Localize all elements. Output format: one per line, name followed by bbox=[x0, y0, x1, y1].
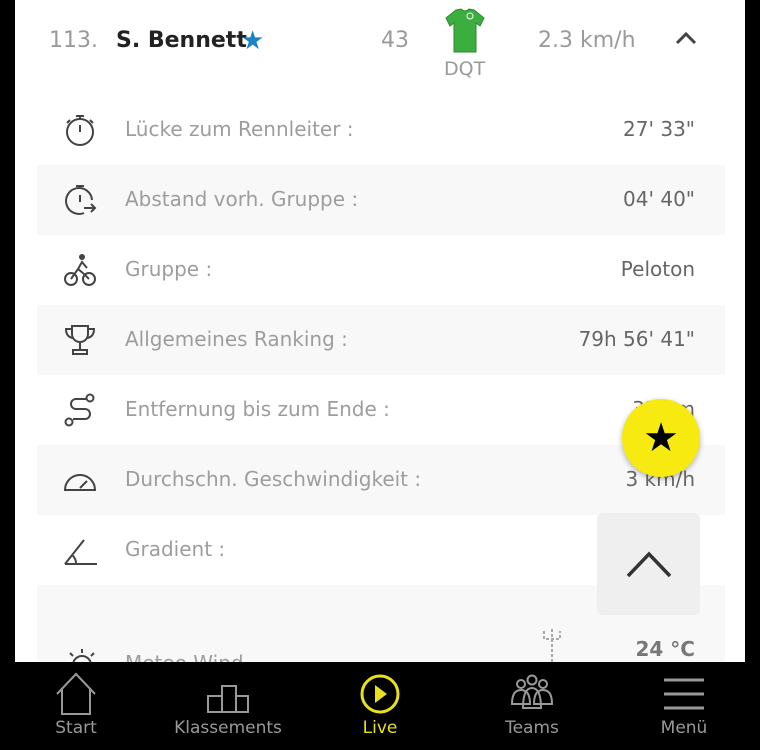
rider-speed: 2.3 km/h bbox=[538, 28, 636, 53]
detail-label: Durchschn. Geschwindigkeit : bbox=[125, 467, 422, 491]
route-icon bbox=[64, 393, 95, 427]
detail-label: Entfernung bis zum Ende : bbox=[125, 397, 390, 421]
nav-menu[interactable]: Menü bbox=[608, 662, 760, 750]
favorites-fab-button[interactable]: ★ bbox=[622, 399, 700, 477]
detail-value: 04' 40" bbox=[623, 187, 695, 211]
rider-name: S. Bennett bbox=[116, 28, 247, 53]
trophy-icon bbox=[64, 325, 96, 355]
gradient-icon bbox=[64, 539, 97, 565]
nav-teams[interactable]: Teams bbox=[456, 662, 608, 750]
nav-klassements[interactable]: Klassements bbox=[152, 662, 304, 750]
detail-row-gap-leader: Lücke zum Rennleiter : 27' 33" bbox=[37, 95, 725, 165]
detail-label: Abstand vorh. Gruppe : bbox=[125, 187, 359, 211]
detail-label: Gradient : bbox=[125, 537, 226, 561]
collapse-chevron-icon[interactable] bbox=[675, 30, 697, 46]
favorite-star-icon[interactable]: ★ bbox=[241, 26, 264, 56]
chevron-up-icon bbox=[626, 551, 671, 578]
detail-label: Lücke zum Rennleiter : bbox=[125, 117, 354, 141]
podium-icon bbox=[207, 685, 249, 713]
detail-row-ranking: Allgemeines Ranking : 79h 56' 41" bbox=[37, 305, 725, 375]
temperature-value: 24 °C bbox=[635, 637, 695, 661]
bottom-nav: Start Klassements Live Teams Menü bbox=[0, 662, 760, 750]
sun-icon bbox=[69, 649, 95, 662]
team-code: DQT bbox=[444, 58, 486, 80]
detail-row-gap-group: Abstand vorh. Gruppe : 04' 40" bbox=[37, 165, 725, 235]
nav-start[interactable]: Start bbox=[0, 662, 152, 750]
play-icon bbox=[360, 674, 400, 714]
nav-label: Klassements bbox=[174, 718, 282, 738]
menu-icon bbox=[664, 678, 704, 710]
wind-vane-icon bbox=[543, 629, 561, 662]
star-icon: ★ bbox=[643, 415, 679, 461]
stopwatch-arrow-icon bbox=[65, 185, 97, 215]
weather-label: Meteo Wind bbox=[125, 651, 244, 662]
detail-value: 79h 56' 41" bbox=[578, 327, 695, 351]
jersey-icon bbox=[445, 8, 485, 53]
stopwatch-icon bbox=[66, 115, 94, 146]
detail-row-avg-speed: Durchschn. Geschwindigkeit : 3 km/h bbox=[37, 445, 725, 515]
rider-number: 43 bbox=[381, 28, 409, 53]
nav-live[interactable]: Live bbox=[304, 662, 456, 750]
speedometer-icon bbox=[63, 474, 97, 491]
detail-value: 27' 33" bbox=[623, 117, 695, 141]
detail-label: Allgemeines Ranking : bbox=[125, 327, 348, 351]
team-icon bbox=[510, 674, 554, 709]
rider-header[interactable]: 113. S. Bennett ★ 43 DQT 2.3 km/h bbox=[15, 0, 745, 95]
nav-label: Start bbox=[55, 718, 97, 738]
detail-row-group: Gruppe : Peloton bbox=[37, 235, 725, 305]
detail-value: Peloton bbox=[620, 257, 695, 281]
rider-rank: 113. bbox=[49, 28, 98, 53]
nav-label: Menü bbox=[660, 718, 708, 738]
nav-label: Live bbox=[362, 718, 398, 738]
scroll-to-top-button[interactable] bbox=[597, 513, 700, 615]
detail-label: Gruppe : bbox=[125, 257, 213, 281]
cyclists-icon bbox=[64, 254, 96, 286]
home-icon bbox=[56, 672, 96, 715]
nav-label: Teams bbox=[505, 718, 559, 738]
